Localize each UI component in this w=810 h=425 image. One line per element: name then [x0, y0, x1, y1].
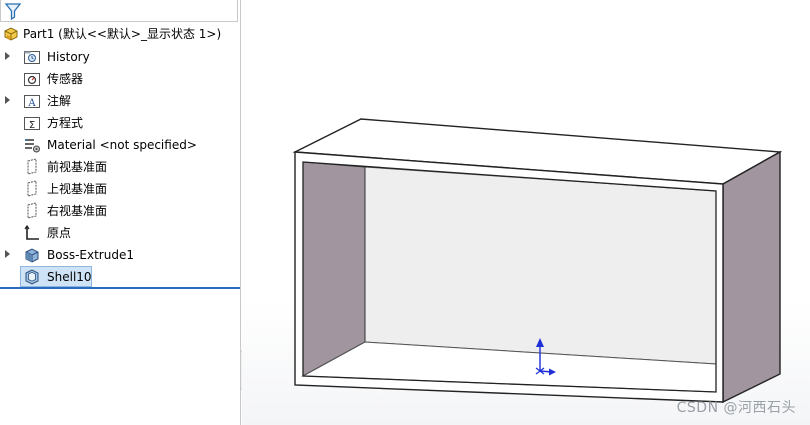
history-folder-icon	[24, 51, 40, 64]
tree-item-sensors[interactable]: 传感器	[0, 68, 238, 90]
tree-item-annotations[interactable]: A 注解	[0, 90, 238, 112]
right-face	[722, 150, 781, 404]
tree-item-label: History	[47, 50, 90, 64]
rollback-bar[interactable]	[0, 287, 240, 289]
tree-item-label: 前视基准面	[47, 160, 108, 174]
tree-item-label: 方程式	[47, 116, 84, 130]
tree-item-origin[interactable]: 原点	[0, 222, 238, 244]
tree-item-label: Boss-Extrude1	[47, 248, 134, 262]
feature-tree-panel: Part1 (默认<<默认>_显示状态 1>) History 传感器 A 注解	[0, 0, 241, 425]
origin-icon	[24, 224, 39, 240]
watermark: CSDN @河西石头	[676, 400, 796, 416]
tree-item-label: 传感器	[47, 72, 84, 86]
tree-item-front-plane[interactable]: 前视基准面	[0, 156, 238, 178]
svg-text:A: A	[27, 98, 36, 109]
tree-item-right-plane[interactable]: 右视基准面	[0, 200, 238, 222]
tree-item-label: 注解	[47, 94, 72, 108]
sensor-folder-icon	[24, 73, 40, 86]
equation-folder-icon: Σ	[24, 117, 40, 131]
extrude-icon	[25, 248, 39, 263]
inner-back-wall	[364, 166, 717, 365]
svg-text:Σ: Σ	[29, 120, 35, 131]
annotation-folder-icon: A	[24, 95, 40, 109]
filter-icon[interactable]	[4, 2, 22, 20]
graphics-area[interactable]: CSDN @河西石头	[242, 0, 810, 425]
tree-item-label: Shell10	[47, 270, 92, 284]
tree-item-history[interactable]: History	[0, 46, 238, 68]
tree-item-boss-extrude[interactable]: Boss-Extrude1	[0, 244, 238, 266]
expand-arrow-icon[interactable]	[5, 250, 10, 258]
part-icon	[4, 27, 18, 41]
tree-item-label: 上视基准面	[47, 182, 108, 196]
tree-root-label: Part1 (默认<<默认>_显示状态 1>)	[23, 27, 222, 41]
inner-left-wall	[302, 161, 366, 377]
plane-icon	[27, 180, 37, 197]
shell-icon	[25, 269, 39, 285]
plane-icon	[27, 158, 37, 175]
expand-arrow-icon[interactable]	[5, 96, 10, 104]
tree-item-label: 右视基准面	[47, 204, 108, 218]
expand-arrow-icon[interactable]	[5, 52, 10, 60]
tree-item-equations[interactable]: Σ 方程式	[0, 112, 238, 134]
tree-item-label: Material <not specified>	[47, 138, 197, 152]
tree-item-top-plane[interactable]: 上视基准面	[0, 178, 238, 200]
plane-icon	[27, 202, 37, 219]
shell-model[interactable]	[242, 0, 810, 425]
tree-root-part[interactable]: Part1 (默认<<默认>_显示状态 1>)	[0, 23, 238, 45]
material-icon	[25, 139, 40, 153]
tree-filter-bar[interactable]	[0, 0, 238, 22]
tree-item-label: 原点	[47, 226, 72, 240]
tree-item-shell[interactable]: Shell10	[0, 266, 238, 288]
tree-item-material[interactable]: Material <not specified>	[0, 134, 238, 156]
